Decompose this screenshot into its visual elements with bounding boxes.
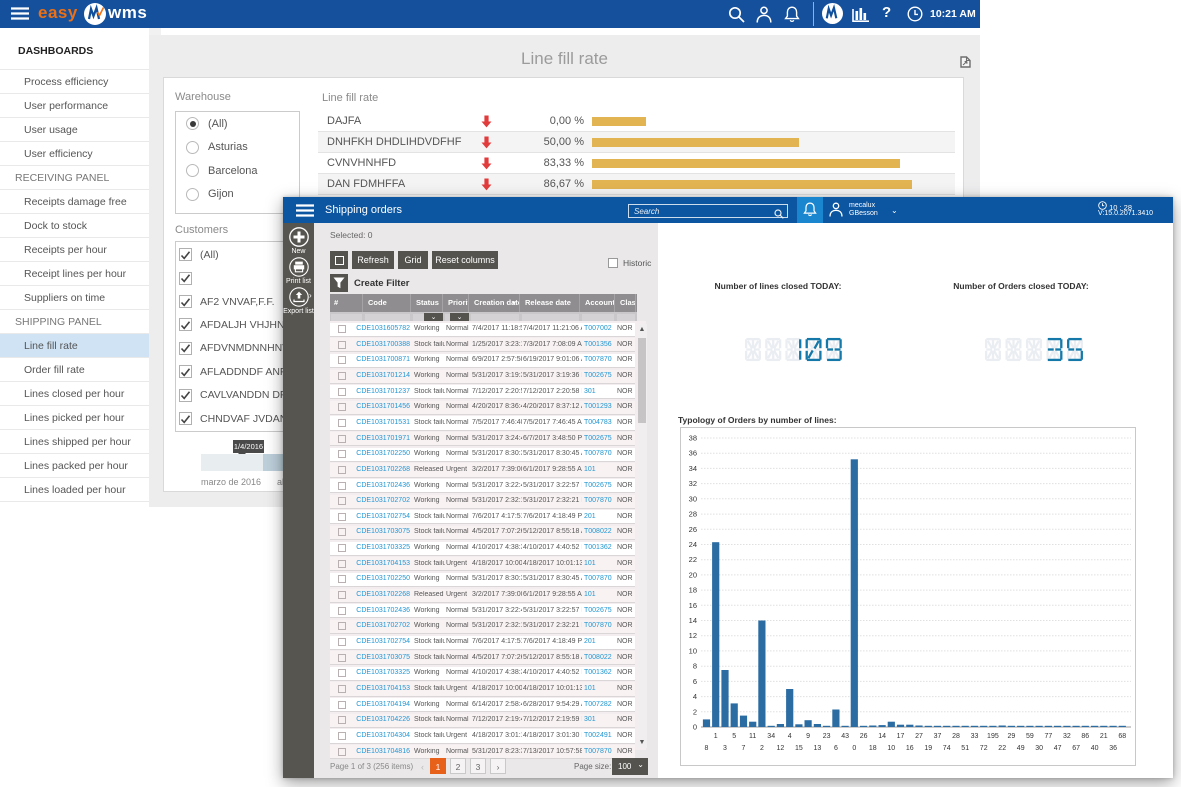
svg-text:51: 51: [961, 745, 969, 752]
svg-text:68: 68: [1118, 733, 1126, 740]
svg-text:34: 34: [767, 733, 775, 740]
svg-text:11: 11: [749, 733, 756, 740]
svg-text:26: 26: [689, 525, 697, 534]
svg-text:67: 67: [1072, 745, 1080, 752]
svg-text:28: 28: [952, 733, 960, 740]
svg-text:43: 43: [841, 733, 849, 740]
svg-text:12: 12: [777, 745, 785, 752]
svg-text:18: 18: [689, 586, 697, 595]
svg-text:32: 32: [1063, 733, 1071, 740]
svg-text:86: 86: [1081, 733, 1089, 740]
svg-text:5: 5: [732, 733, 736, 740]
svg-text:4: 4: [693, 692, 697, 701]
svg-text:40: 40: [1091, 745, 1099, 752]
svg-text:29: 29: [1008, 733, 1016, 740]
svg-text:28: 28: [689, 510, 697, 519]
svg-text:3: 3: [723, 745, 727, 752]
svg-text:30: 30: [1035, 745, 1043, 752]
svg-text:33: 33: [971, 733, 979, 740]
svg-text:6: 6: [693, 677, 697, 686]
svg-text:2: 2: [693, 707, 697, 716]
svg-text:6: 6: [834, 745, 838, 752]
svg-text:16: 16: [689, 601, 697, 610]
svg-text:0: 0: [693, 723, 697, 732]
svg-text:12: 12: [689, 631, 697, 640]
svg-text:34: 34: [689, 464, 697, 473]
svg-text:77: 77: [1045, 733, 1053, 740]
svg-text:14: 14: [878, 733, 886, 740]
svg-text:47: 47: [1054, 745, 1062, 752]
svg-text:8: 8: [705, 745, 709, 752]
svg-text:49: 49: [1017, 745, 1025, 752]
svg-text:30: 30: [689, 494, 697, 503]
svg-text:19: 19: [924, 745, 932, 752]
svg-text:16: 16: [906, 745, 914, 752]
svg-text:195: 195: [987, 733, 999, 740]
svg-text:36: 36: [1109, 745, 1117, 752]
svg-text:9: 9: [806, 733, 810, 740]
svg-text:74: 74: [943, 745, 951, 752]
svg-text:10: 10: [689, 646, 697, 655]
svg-text:22: 22: [998, 745, 1006, 752]
svg-text:59: 59: [1026, 733, 1034, 740]
svg-text:1: 1: [714, 733, 718, 740]
svg-text:4: 4: [788, 733, 792, 740]
svg-text:0: 0: [852, 745, 856, 752]
svg-text:10: 10: [887, 745, 895, 752]
svg-text:13: 13: [814, 745, 822, 752]
svg-text:14: 14: [689, 616, 697, 625]
svg-text:72: 72: [980, 745, 988, 752]
svg-text:23: 23: [823, 733, 831, 740]
svg-text:32: 32: [689, 479, 697, 488]
svg-text:37: 37: [934, 733, 942, 740]
svg-text:24: 24: [689, 540, 697, 549]
svg-text:38: 38: [689, 434, 697, 443]
svg-text:27: 27: [915, 733, 923, 740]
svg-text:15: 15: [795, 745, 803, 752]
svg-text:7: 7: [742, 745, 746, 752]
svg-text:36: 36: [689, 449, 697, 458]
svg-text:18: 18: [869, 745, 877, 752]
svg-text:2: 2: [760, 745, 764, 752]
svg-text:17: 17: [897, 733, 905, 740]
svg-text:20: 20: [689, 570, 697, 579]
svg-text:8: 8: [693, 662, 697, 671]
svg-text:26: 26: [860, 733, 868, 740]
svg-text:22: 22: [689, 555, 697, 564]
svg-text:21: 21: [1100, 733, 1108, 740]
